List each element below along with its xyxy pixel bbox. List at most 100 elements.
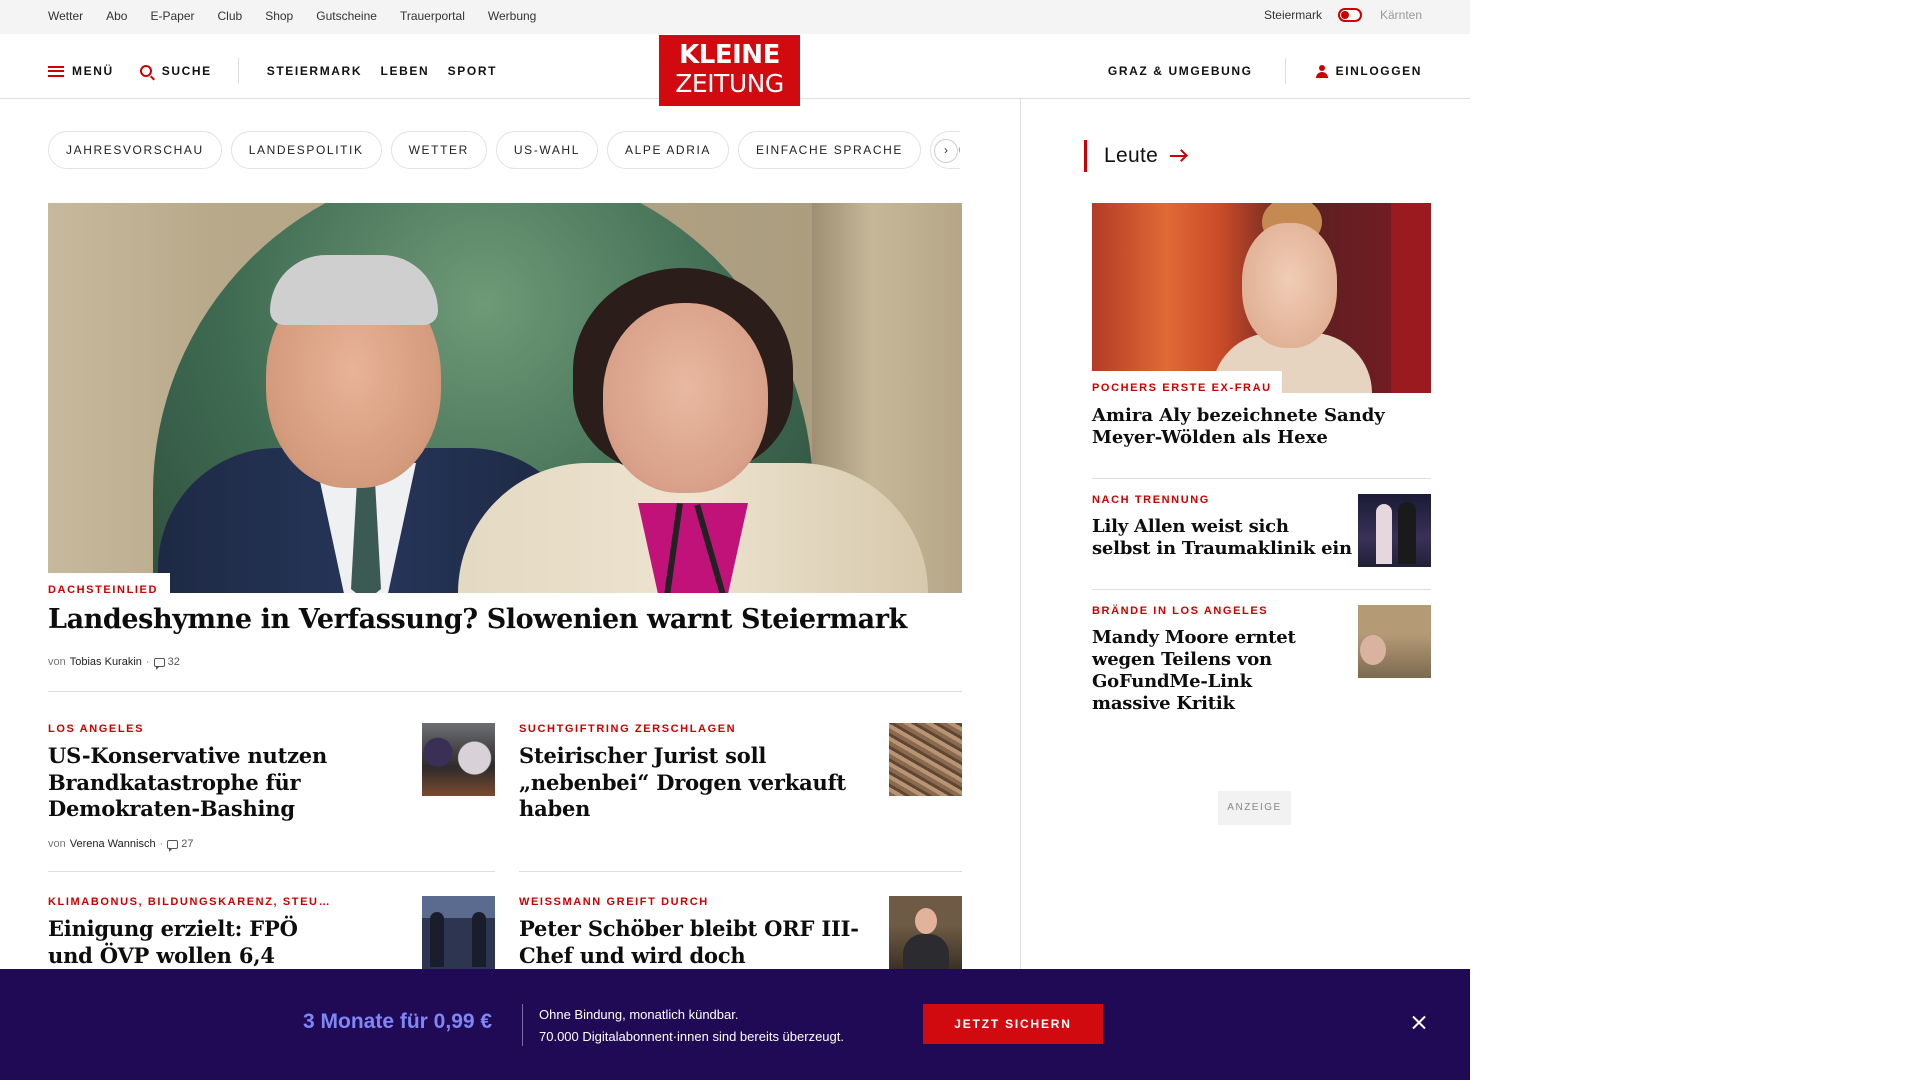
search-button[interactable]: SUCHE xyxy=(114,64,212,78)
menu-button[interactable]: MENÜ xyxy=(48,64,114,78)
logo-line2: ZEITUNG xyxy=(675,69,784,98)
teaser-kicker: SUCHTGIFTRING ZERSCHLAGEN xyxy=(519,723,737,735)
teaser-byline: von Verena Wannisch · 27 xyxy=(48,838,193,852)
topic-chips: JAHRESVORSCHAU LANDESPOLITIK WETTER US-W… xyxy=(48,131,960,171)
utility-link-shop[interactable]: Shop xyxy=(265,9,293,23)
nav-leben[interactable]: LEBEN xyxy=(381,64,430,78)
subscribe-button[interactable]: JETZT SICHERN xyxy=(923,1004,1103,1044)
ad-label: ANZEIGE xyxy=(1218,791,1291,825)
region-kaernten[interactable]: Kärnten xyxy=(1380,8,1422,22)
comment-count[interactable]: 27 xyxy=(181,838,193,850)
chevron-right-icon[interactable]: › xyxy=(934,139,958,163)
topic-chip[interactable]: WETTER xyxy=(390,131,487,169)
teaser-kicker: KLIMABONUS, BILDUNGSKARENZ, STEU… xyxy=(48,896,332,908)
teaser-thumbnail[interactable] xyxy=(422,723,495,796)
header-right: GRAZ & UMGEBUNG EINLOGGEN xyxy=(1108,58,1422,84)
comment-icon xyxy=(153,657,165,670)
region-steiermark[interactable]: Steiermark xyxy=(1264,8,1322,22)
region-switch: Steiermark Kärnten xyxy=(1264,8,1422,22)
logo-line1: KLEINE xyxy=(679,40,780,70)
hamburger-icon xyxy=(48,65,64,77)
byline-prefix: von xyxy=(48,838,66,850)
topic-chip[interactable]: EINFACHE SPRACHE xyxy=(738,131,921,169)
byline-dot: · xyxy=(145,656,150,668)
teaser-kicker: LOS ANGELES xyxy=(48,723,145,735)
topic-chip[interactable]: ALPE ADRIA xyxy=(606,131,729,169)
teaser-title[interactable]: Lily Allen weist sich selbst in Traumakl… xyxy=(1092,516,1352,560)
close-icon[interactable] xyxy=(1408,1012,1430,1034)
utility-link-gutscheine[interactable]: Gutscheine xyxy=(316,9,377,23)
offer-line-2: 70.000 Digitalabonnent·innen sind bereit… xyxy=(539,1029,844,1044)
divider xyxy=(48,691,962,692)
divider xyxy=(1092,478,1431,479)
teaser-title[interactable]: US-Konservative nutzen Brandkatastrophe … xyxy=(48,743,368,823)
article-teaser[interactable]: SUCHTGIFTRING ZERSCHLAGEN Steirischer Ju… xyxy=(519,723,962,823)
sidebar-teaser[interactable]: NACH TRENNUNG Lily Allen weist sich selb… xyxy=(1092,494,1431,574)
utility-link-werbung[interactable]: Werbung xyxy=(488,9,536,23)
utility-link-club[interactable]: Club xyxy=(218,9,243,23)
utility-link-trauerportal[interactable]: Trauerportal xyxy=(400,9,465,23)
hero-kicker-box: DACHSTEINLIED xyxy=(48,573,171,602)
hero-image[interactable] xyxy=(48,203,962,593)
teaser-thumbnail[interactable] xyxy=(422,896,495,969)
offer-details: Ohne Bindung, monatlich kündbar. 70.000 … xyxy=(539,1004,844,1048)
utility-link-epaper[interactable]: E-Paper xyxy=(150,9,194,23)
teaser-thumbnail[interactable] xyxy=(1358,605,1431,678)
topic-chip[interactable]: US-WAHL xyxy=(495,131,598,169)
divider xyxy=(1092,589,1431,590)
teaser-title[interactable]: Einigung erzielt: FPÖ und ÖVP wollen 6,4 xyxy=(48,916,308,969)
nav-steiermark[interactable]: STEIERMARK xyxy=(267,64,362,78)
hero-title[interactable]: Landeshymne in Verfassung? Slowenien war… xyxy=(48,604,907,635)
utility-bar: Wetter Abo E-Paper Club Shop Gutscheine … xyxy=(0,0,1470,34)
search-label: SUCHE xyxy=(161,64,212,78)
teaser-thumbnail[interactable] xyxy=(889,896,962,969)
nav-graz-umgebung[interactable]: GRAZ & UMGEBUNG xyxy=(1108,64,1253,78)
utility-link-wetter[interactable]: Wetter xyxy=(48,9,83,23)
hero-image-man-hair xyxy=(270,255,438,325)
user-icon xyxy=(1315,64,1328,78)
byline-author[interactable]: Verena Wannisch xyxy=(70,838,156,850)
utility-link-abo[interactable]: Abo xyxy=(106,9,127,23)
section-nav: STEIERMARK LEBEN SPORT xyxy=(267,62,511,80)
byline-dot: · xyxy=(159,838,164,850)
region-toggle[interactable] xyxy=(1337,8,1362,22)
kleine-zeitung-logo[interactable]: KLEINE ZEITUNG xyxy=(659,35,800,106)
header-divider xyxy=(237,58,239,84)
teaser-thumbnail[interactable] xyxy=(889,723,962,796)
lead-image[interactable] xyxy=(1092,203,1431,393)
lead-image-bg xyxy=(1391,203,1431,393)
byline-author[interactable]: Tobias Kurakin xyxy=(70,656,142,668)
login-label: EINLOGGEN xyxy=(1335,64,1422,78)
search-icon xyxy=(139,65,152,77)
nav-sport[interactable]: SPORT xyxy=(448,64,497,78)
login-button[interactable]: EINLOGGEN xyxy=(1315,64,1422,78)
teaser-thumbnail[interactable] xyxy=(1358,494,1431,567)
teaser-title[interactable]: Mandy Moore erntet wegen Teilens von GoF… xyxy=(1092,627,1297,715)
banner-divider xyxy=(522,1004,523,1046)
teaser-kicker: NACH TRENNUNG xyxy=(1092,494,1210,506)
utility-nav: Wetter Abo E-Paper Club Shop Gutscheine … xyxy=(48,9,559,23)
hero-image-woman-head xyxy=(603,303,768,493)
topic-chip[interactable]: LANDESPOLITIK xyxy=(230,131,382,169)
arrow-right-icon xyxy=(1170,155,1187,157)
comment-icon xyxy=(167,839,179,852)
hero-kicker[interactable]: DACHSTEINLIED xyxy=(48,584,158,596)
teaser-title[interactable]: Steirischer Jurist soll „nebenbei“ Droge… xyxy=(519,743,889,823)
hero-byline: von Tobias Kurakin · 32 xyxy=(48,656,180,670)
lead-title[interactable]: Amira Aly bezeichnete Sandy Meyer-Wölden… xyxy=(1092,405,1431,449)
header-divider xyxy=(1284,58,1286,84)
lead-kicker-box: POCHERS ERSTE EX-FRAU xyxy=(1092,371,1282,400)
divider xyxy=(519,871,962,872)
lead-kicker[interactable]: POCHERS ERSTE EX-FRAU xyxy=(1092,382,1272,394)
article-teaser[interactable]: LOS ANGELES US-Konservative nutzen Brand… xyxy=(48,723,495,863)
comment-count[interactable]: 32 xyxy=(168,656,180,668)
offer-headline[interactable]: 3 Monate für 0,99 € xyxy=(303,1010,492,1034)
byline-prefix: von xyxy=(48,656,66,668)
blank-margin xyxy=(1470,0,1920,1080)
teaser-kicker: BRÄNDE IN LOS ANGELES xyxy=(1092,605,1269,617)
section-heading-leute[interactable]: Leute xyxy=(1084,140,1187,172)
sidebar-teaser[interactable]: BRÄNDE IN LOS ANGELES Mandy Moore erntet… xyxy=(1092,605,1431,715)
offer-line-1: Ohne Bindung, monatlich kündbar. xyxy=(539,1007,739,1022)
topic-chip[interactable]: JAHRESVORSCHAU xyxy=(48,131,222,169)
teaser-kicker: WEISSMANN GREIFT DURCH xyxy=(519,896,709,908)
